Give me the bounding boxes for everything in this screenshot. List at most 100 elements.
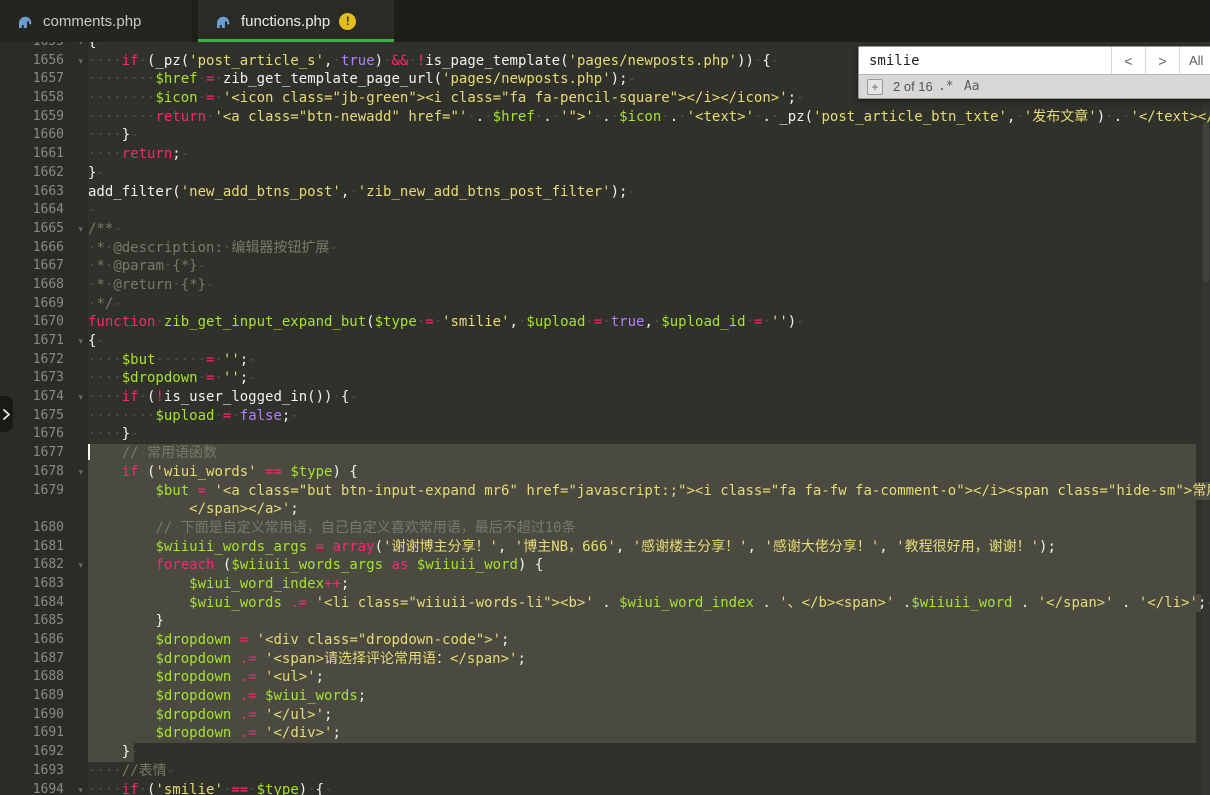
code-text[interactable]: ·*/-	[88, 295, 1210, 314]
code-text[interactable]: ········$dropdown·.=·'</div>';-	[88, 724, 1210, 743]
line-number-gutter[interactable]: 1688	[0, 668, 88, 687]
code-text[interactable]: function·zib_get_input_expand_but($type·…	[88, 313, 1210, 332]
line-number-gutter[interactable]: 1672	[0, 351, 88, 370]
code-line[interactable]: 1676····}-	[0, 425, 1210, 444]
code-text[interactable]: ········$dropdown·.=·'<span>请选择评论常用语：</s…	[88, 650, 1210, 669]
code-line[interactable]: 1694▾····if·('smilie'·==·$type)·{-	[0, 781, 1210, 795]
code-text[interactable]: }-	[88, 164, 1210, 183]
line-number-gutter[interactable]: 1658	[0, 89, 88, 108]
line-number-gutter[interactable]: 1684	[0, 594, 88, 613]
fold-arrow-icon[interactable]: ▾	[78, 557, 83, 576]
line-number-gutter[interactable]: 1660	[0, 126, 88, 145]
line-number-gutter[interactable]: 1692	[0, 743, 88, 762]
code-line[interactable]: 1660····}-	[0, 126, 1210, 145]
line-number-gutter[interactable]: 1691	[0, 724, 88, 743]
line-number-gutter[interactable]: 1678▾	[0, 463, 88, 482]
line-number-gutter[interactable]: 1693	[0, 762, 88, 781]
code-line[interactable]: 1669·*/-	[0, 295, 1210, 314]
code-text[interactable]: ·*·@return·{*}-	[88, 276, 1210, 295]
code-line[interactable]: 1693····//表情-	[0, 762, 1210, 781]
code-line[interactable]: 1682▾········foreach·($wiiuii_words_args…	[0, 556, 1210, 575]
code-editor[interactable]: 1655▾{-1656▾····if·(_pz('post_article_s'…	[0, 42, 1210, 795]
code-text[interactable]: ········$dropdown·.=·'<ul>';-	[88, 668, 1210, 687]
fold-arrow-icon[interactable]: ▾	[78, 389, 83, 408]
fold-arrow-icon[interactable]: ▾	[78, 782, 83, 795]
line-number-gutter[interactable]	[0, 500, 88, 519]
line-number-gutter[interactable]: 1679	[0, 482, 88, 501]
code-line[interactable]: 1671▾{-	[0, 332, 1210, 351]
code-line[interactable]: </span></a>';-	[0, 500, 1210, 519]
code-line[interactable]: 1689········$dropdown·.=·$wiui_words;-	[0, 687, 1210, 706]
line-number-gutter[interactable]: 1669	[0, 295, 88, 314]
line-number-gutter[interactable]: 1655▾	[0, 42, 88, 52]
code-line[interactable]: 1667·*·@param·{*}-	[0, 257, 1210, 276]
line-number-gutter[interactable]: 1689	[0, 687, 88, 706]
code-text[interactable]: ········$dropdown·.=·$wiui_words;-	[88, 687, 1210, 706]
code-line[interactable]: 1674▾····if·(!is_user_logged_in())·{-	[0, 388, 1210, 407]
code-line[interactable]: 1691········$dropdown·.=·'</div>';-	[0, 724, 1210, 743]
line-number-gutter[interactable]: 1681	[0, 538, 88, 557]
code-line[interactable]: 1692····}-	[0, 743, 1210, 762]
code-text[interactable]: ····}-	[88, 743, 1210, 762]
fold-arrow-icon[interactable]: ▾	[78, 221, 83, 240]
code-line[interactable]: 1673····$dropdown·=·'';-	[0, 369, 1210, 388]
line-number-gutter[interactable]: 1668	[0, 276, 88, 295]
line-number-gutter[interactable]: 1662	[0, 164, 88, 183]
code-line[interactable]: 1668·*·@return·{*}-	[0, 276, 1210, 295]
code-line[interactable]: 1685········}-	[0, 612, 1210, 631]
code-text[interactable]: ·*·@description:·编辑器按钮扩展-	[88, 239, 1210, 258]
code-line[interactable]: 1662}-	[0, 164, 1210, 183]
line-number-gutter[interactable]: 1659	[0, 108, 88, 127]
line-number-gutter[interactable]: 1687	[0, 650, 88, 669]
line-number-gutter[interactable]: 1680	[0, 519, 88, 538]
code-text[interactable]: ····$dropdown·=·'';-	[88, 369, 1210, 388]
code-line[interactable]: 1680········//·下面是自定义常用语，自己自定义喜欢常用语，最后不超…	[0, 519, 1210, 538]
code-text[interactable]: ········foreach·($wiiuii_words_args·as·$…	[88, 556, 1210, 575]
line-number-gutter[interactable]: 1664	[0, 201, 88, 220]
code-line[interactable]: 1688········$dropdown·.=·'<ul>';-	[0, 668, 1210, 687]
code-line[interactable]: 1690········$dropdown·.=·'</ul>';-	[0, 706, 1210, 725]
code-text[interactable]: ········return·'<a class="btn-newadd" hr…	[88, 108, 1210, 127]
code-text[interactable]: ········//·下面是自定义常用语，自己自定义喜欢常用语，最后不超过10条…	[88, 519, 1210, 538]
line-number-gutter[interactable]: 1690	[0, 706, 88, 725]
line-number-gutter[interactable]: 1676	[0, 425, 88, 444]
code-text[interactable]: ········$but·=·'<a class="but btn-input-…	[88, 482, 1210, 501]
find-add-button[interactable]: +	[867, 79, 883, 95]
line-number-gutter[interactable]: 1666	[0, 239, 88, 258]
tab-functions-php[interactable]: functions.php !	[198, 0, 394, 42]
find-prev-button[interactable]: <	[1111, 47, 1145, 74]
code-line[interactable]: 1672····$but······=·'';-	[0, 351, 1210, 370]
line-number-gutter[interactable]: 1674▾	[0, 388, 88, 407]
code-text[interactable]: add_filter('new_add_btns_post',·'zib_new…	[88, 183, 1210, 202]
line-number-gutter[interactable]: 1670	[0, 313, 88, 332]
line-number-gutter[interactable]: 1671▾	[0, 332, 88, 351]
line-number-gutter[interactable]: 1663	[0, 183, 88, 202]
code-text[interactable]: ········$upload·=·false;-	[88, 407, 1210, 426]
code-text[interactable]: ·*·@param·{*}-	[88, 257, 1210, 276]
code-text[interactable]: ············$wiui_words·.=·'<li class="w…	[88, 594, 1210, 613]
regex-toggle[interactable]: .*	[933, 79, 959, 94]
code-text[interactable]: ········}-	[88, 612, 1210, 631]
code-text[interactable]: ············$wiui_word_index++;-	[88, 575, 1210, 594]
code-text[interactable]: ····//表情-	[88, 762, 1210, 781]
line-number-gutter[interactable]: 1675	[0, 407, 88, 426]
code-text[interactable]: ····if·('smilie'·==·$type)·{-	[88, 781, 1210, 795]
code-line[interactable]: 1664-	[0, 201, 1210, 220]
code-text[interactable]: ····}-	[88, 126, 1210, 145]
code-text[interactable]: ····//·常用语函数-	[88, 444, 1210, 463]
case-sensitive-toggle[interactable]: Aa	[959, 79, 985, 94]
fold-arrow-icon[interactable]: ▾	[78, 464, 83, 483]
fold-arrow-icon[interactable]: ▾	[78, 53, 83, 72]
find-all-button[interactable]: All	[1179, 47, 1210, 74]
fold-arrow-icon[interactable]: ▾	[78, 333, 83, 352]
code-line[interactable]: 1677····//·常用语函数-	[0, 444, 1210, 463]
line-number-gutter[interactable]: 1665▾	[0, 220, 88, 239]
code-line[interactable]: 1679········$but·=·'<a class="but btn-in…	[0, 482, 1210, 501]
find-input[interactable]	[859, 47, 1111, 74]
code-text[interactable]: {-	[88, 332, 1210, 351]
code-line[interactable]: 1686········$dropdown·=·'<div class="dro…	[0, 631, 1210, 650]
line-number-gutter[interactable]: 1694▾	[0, 781, 88, 795]
code-text[interactable]: ········$dropdown·.=·'</ul>';-	[88, 706, 1210, 725]
tab-comments-php[interactable]: comments.php	[0, 0, 192, 42]
code-text[interactable]: /**-	[88, 220, 1210, 239]
